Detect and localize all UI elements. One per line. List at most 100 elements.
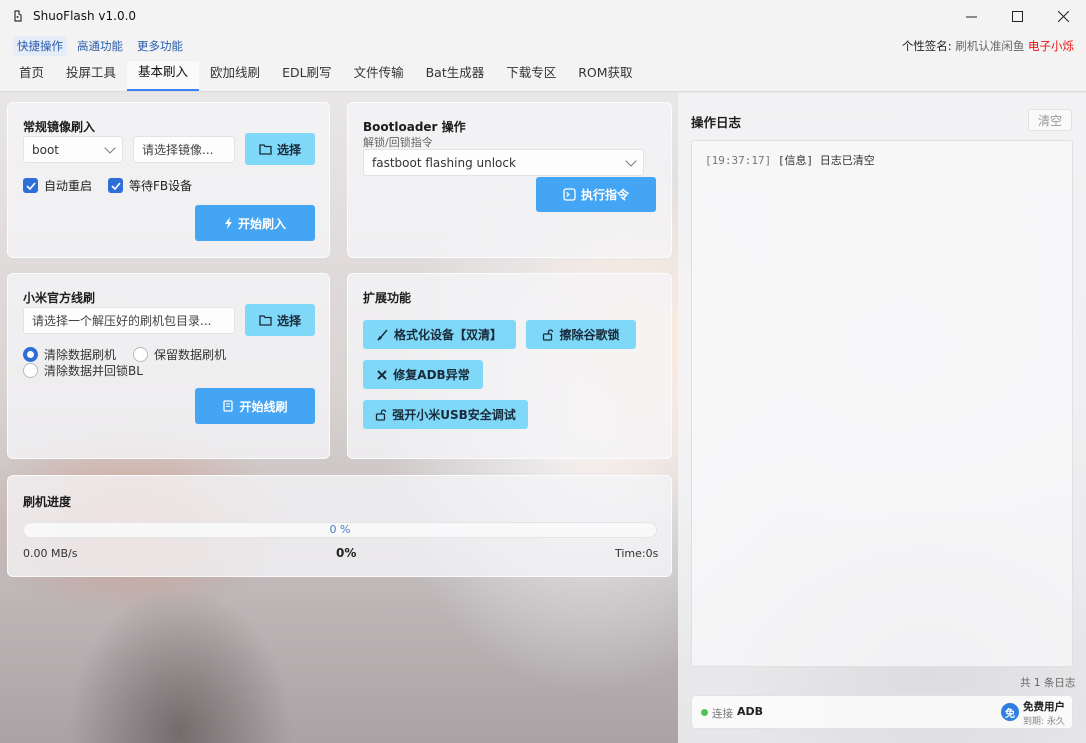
tab-file-transfer[interactable]: 文件传输 bbox=[343, 61, 415, 91]
checkbox-checked-icon bbox=[108, 178, 123, 193]
clear-log-button[interactable]: 清空 bbox=[1028, 109, 1072, 131]
checkbox-checked-icon bbox=[23, 178, 38, 193]
user-expiry: 到期: 永久 bbox=[1023, 717, 1065, 727]
select-rom-dir-label: 选择 bbox=[276, 313, 301, 328]
rom-dir-input[interactable]: 请选择一个解压好的刷机包目录... bbox=[23, 307, 235, 334]
erase-frp-button[interactable]: 擦除谷歌锁 bbox=[526, 320, 636, 349]
tools-icon bbox=[377, 369, 388, 380]
wait-fb-label: 等待FB设备 bbox=[129, 179, 193, 193]
extensions-title: 扩展功能 bbox=[363, 291, 412, 305]
log-message: [信息] 日志已清空 bbox=[777, 154, 875, 167]
log-title: 操作日志 bbox=[691, 115, 742, 130]
fix-adb-label: 修复ADB异常 bbox=[393, 368, 470, 382]
status-bar: 连接 ADB 免 免费用户 到期: 永久 bbox=[691, 695, 1073, 729]
unlock-icon bbox=[543, 328, 554, 341]
execute-command-button[interactable]: 执行指令 bbox=[536, 177, 656, 212]
tab-downloads[interactable]: 下载专区 bbox=[495, 61, 567, 91]
progress-title: 刷机进度 bbox=[23, 495, 72, 509]
radio-keep-data[interactable]: 保留数据刷机 bbox=[133, 346, 226, 363]
partition-value: boot bbox=[32, 142, 60, 157]
select-rom-dir-button[interactable]: 选择 bbox=[245, 304, 315, 336]
user-type: 免费用户 bbox=[1023, 701, 1065, 713]
connection-status-dot bbox=[701, 709, 708, 716]
signature-highlight: 电子小烁 bbox=[1028, 39, 1074, 53]
radio-clean-flash-label: 清除数据刷机 bbox=[44, 348, 117, 362]
bootloader-command-select[interactable]: fastboot flashing unlock bbox=[363, 149, 644, 176]
tab-home[interactable]: 首页 bbox=[8, 61, 55, 91]
minimize-button[interactable] bbox=[948, 0, 994, 32]
maximize-button[interactable] bbox=[994, 0, 1040, 32]
xiaomi-flash-title: 小米官方线刷 bbox=[23, 291, 96, 305]
tab-screen-mirror[interactable]: 投屏工具 bbox=[55, 61, 127, 91]
tab-oplus-flash[interactable]: 欧加线刷 bbox=[199, 61, 271, 91]
radio-clean-relock[interactable]: 清除数据并回锁BL bbox=[23, 362, 143, 379]
erase-frp-label: 擦除谷歌锁 bbox=[559, 328, 620, 342]
user-badge: 免 bbox=[1001, 703, 1019, 721]
minimize-icon bbox=[965, 16, 977, 17]
format-device-button[interactable]: 格式化设备【双清】 bbox=[363, 320, 516, 349]
app-icon bbox=[14, 10, 22, 22]
execute-command-label: 执行指令 bbox=[580, 188, 629, 202]
start-flash-button[interactable]: 开始刷入 bbox=[195, 205, 315, 241]
chevron-down-icon bbox=[625, 154, 637, 167]
signature: 个性签名: 刷机认准闲鱼 电子小烁 bbox=[902, 38, 1074, 54]
progress-bar: 0 % bbox=[23, 522, 657, 538]
signature-text: 刷机认准闲鱼 bbox=[955, 39, 1025, 53]
maximize-icon bbox=[1011, 10, 1023, 22]
folder-open-icon bbox=[259, 143, 272, 155]
bootloader-subtitle: 解锁/回锁指令 bbox=[363, 136, 433, 149]
log-output: [19:37:17] [信息] 日志已清空 bbox=[691, 140, 1073, 667]
select-image-button[interactable]: 选择 bbox=[245, 133, 315, 165]
radio-unselected-icon bbox=[23, 363, 38, 378]
auto-reboot-label: 自动重启 bbox=[44, 179, 93, 193]
tab-basic-flash[interactable]: 基本刷入 bbox=[127, 61, 200, 91]
connection-prefix: 连接 bbox=[712, 708, 733, 720]
log-line: [19:37:17] [信息] 日志已清空 bbox=[705, 152, 875, 168]
window-title: ShuoFlash v1.0.0 bbox=[33, 9, 137, 23]
log-timestamp: [19:37:17] bbox=[705, 154, 772, 167]
terminal-icon bbox=[563, 188, 576, 201]
auto-reboot-checkbox[interactable]: 自动重启 bbox=[23, 177, 92, 194]
menu-qualcomm[interactable]: 高通功能 bbox=[73, 36, 127, 56]
bootloader-command-value: fastboot flashing unlock bbox=[372, 155, 516, 170]
force-usb-debug-button[interactable]: 强开小米USB安全调试 bbox=[363, 400, 528, 429]
image-flash-title: 常规镜像刷入 bbox=[23, 120, 96, 134]
progress-percent: 0% bbox=[336, 546, 357, 560]
radio-clean-flash[interactable]: 清除数据刷机 bbox=[23, 346, 116, 363]
document-icon bbox=[223, 400, 234, 412]
fix-adb-button[interactable]: 修复ADB异常 bbox=[363, 360, 483, 389]
tab-edl-flash[interactable]: EDL刷写 bbox=[271, 61, 343, 91]
radio-unselected-icon bbox=[133, 347, 148, 362]
radio-clean-relock-label: 清除数据并回锁BL bbox=[44, 364, 143, 378]
menu-quick-actions[interactable]: 快捷操作 bbox=[13, 36, 67, 56]
close-icon bbox=[1057, 10, 1069, 22]
radio-keep-data-label: 保留数据刷机 bbox=[154, 348, 227, 362]
menu-more[interactable]: 更多功能 bbox=[133, 36, 187, 56]
start-line-flash-button[interactable]: 开始线刷 bbox=[195, 388, 315, 424]
brush-icon bbox=[377, 329, 388, 341]
bootloader-title: Bootloader 操作 bbox=[363, 120, 466, 134]
tab-bat-generator[interactable]: Bat生成器 bbox=[415, 61, 496, 91]
image-path-placeholder: 请选择镜像... bbox=[142, 143, 214, 157]
rom-dir-placeholder: 请选择一个解压好的刷机包目录... bbox=[32, 314, 212, 328]
tab-rom-fetch[interactable]: ROM获取 bbox=[567, 61, 643, 91]
elapsed-time: Time:0s bbox=[615, 547, 659, 560]
connection-mode: ADB bbox=[737, 705, 764, 718]
format-device-label: 格式化设备【双清】 bbox=[393, 328, 502, 342]
start-line-flash-label: 开始线刷 bbox=[239, 399, 288, 414]
select-image-label: 选择 bbox=[276, 142, 301, 157]
partition-select[interactable]: boot bbox=[23, 136, 123, 163]
wait-fb-checkbox[interactable]: 等待FB设备 bbox=[108, 177, 192, 194]
lightning-icon bbox=[224, 217, 232, 229]
radio-selected-icon bbox=[23, 347, 38, 362]
progress-bar-text: 0 % bbox=[329, 523, 351, 536]
close-button[interactable] bbox=[1040, 0, 1086, 32]
tab-bar: 首页 投屏工具 基本刷入 欧加线刷 EDL刷写 文件传输 Bat生成器 下载专区… bbox=[0, 61, 1086, 92]
title-bar: ShuoFlash v1.0.0 bbox=[0, 0, 1086, 32]
folder-open-icon bbox=[259, 314, 272, 326]
log-count: 共 1 条日志 bbox=[1020, 677, 1076, 689]
signature-label: 个性签名: bbox=[901, 39, 952, 53]
image-path-input[interactable]: 请选择镜像... bbox=[133, 136, 235, 163]
chevron-down-icon bbox=[104, 141, 116, 154]
force-usb-debug-label: 强开小米USB安全调试 bbox=[392, 408, 516, 422]
